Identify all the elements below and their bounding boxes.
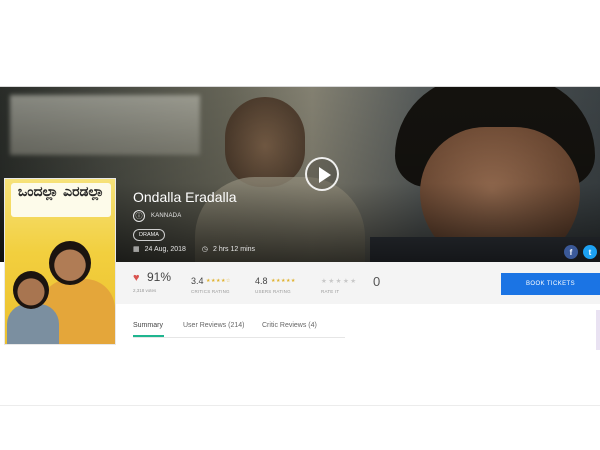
twitter-share-button[interactable]: t	[583, 245, 597, 259]
page-edge	[596, 310, 600, 350]
movie-poster: ಒಂದಲ್ಲಾ ಎರಡಲ್ಲಾ	[4, 178, 116, 345]
language-icon: ⓘ	[133, 210, 145, 222]
tab-critic-reviews[interactable]: Critic Reviews (4)	[262, 322, 317, 329]
twitter-icon: t	[588, 247, 592, 257]
poster-figure	[7, 304, 59, 344]
genre-tag[interactable]: DRAMA	[133, 229, 165, 241]
language-row: ⓘ KANNADA	[133, 210, 181, 222]
facebook-icon: f	[569, 247, 573, 257]
poster-title: ಒಂದಲ್ಲಾ ಎರಡಲ್ಲಾ	[11, 183, 111, 217]
meta-row: ▦ 24 Aug, 2018 ◷ 2 hrs 12 mins	[133, 245, 256, 254]
calendar-icon: ▦	[133, 246, 140, 253]
tab-summary[interactable]: Summary	[133, 322, 163, 329]
active-tab-indicator	[133, 335, 164, 337]
movie-title: Ondalla Eradalla	[133, 189, 237, 205]
rate-it-stars[interactable]: ★★★★★	[321, 277, 358, 285]
votes-count: 2,318 votes	[133, 288, 157, 293]
clock-icon: ◷	[201, 246, 208, 253]
top-bar	[0, 0, 600, 86]
critics-rating-value: 3.4	[191, 276, 204, 286]
tab-user-reviews[interactable]: User Reviews (214)	[183, 322, 244, 329]
poster-figure-head	[13, 271, 49, 309]
users-rating-stars: ★★★★★	[271, 278, 296, 284]
users-rating-caption: USERS RATING	[255, 289, 291, 294]
tabs-divider	[133, 337, 345, 338]
divider	[0, 405, 600, 406]
poster-figure-head	[49, 241, 91, 285]
duration: 2 hrs 12 mins	[213, 245, 256, 253]
critics-rating-stars: ★★★★☆	[206, 278, 231, 284]
heart-icon: ♥	[133, 272, 140, 284]
audience-percent: 91%	[147, 270, 172, 284]
facebook-share-button[interactable]: f	[564, 245, 578, 259]
book-tickets-button[interactable]: BOOK TICKETS	[501, 273, 600, 295]
critics-rating-caption: CRITICS RATING	[191, 289, 230, 294]
play-icon	[319, 167, 331, 183]
release-date: 24 Aug, 2018	[144, 245, 186, 253]
rate-it-caption: RATE IT	[321, 289, 340, 294]
language-label: KANNADA	[151, 213, 182, 219]
play-trailer-button[interactable]	[305, 157, 339, 191]
user-rating-value: 0	[373, 274, 381, 289]
users-rating-value: 4.8	[255, 276, 268, 286]
